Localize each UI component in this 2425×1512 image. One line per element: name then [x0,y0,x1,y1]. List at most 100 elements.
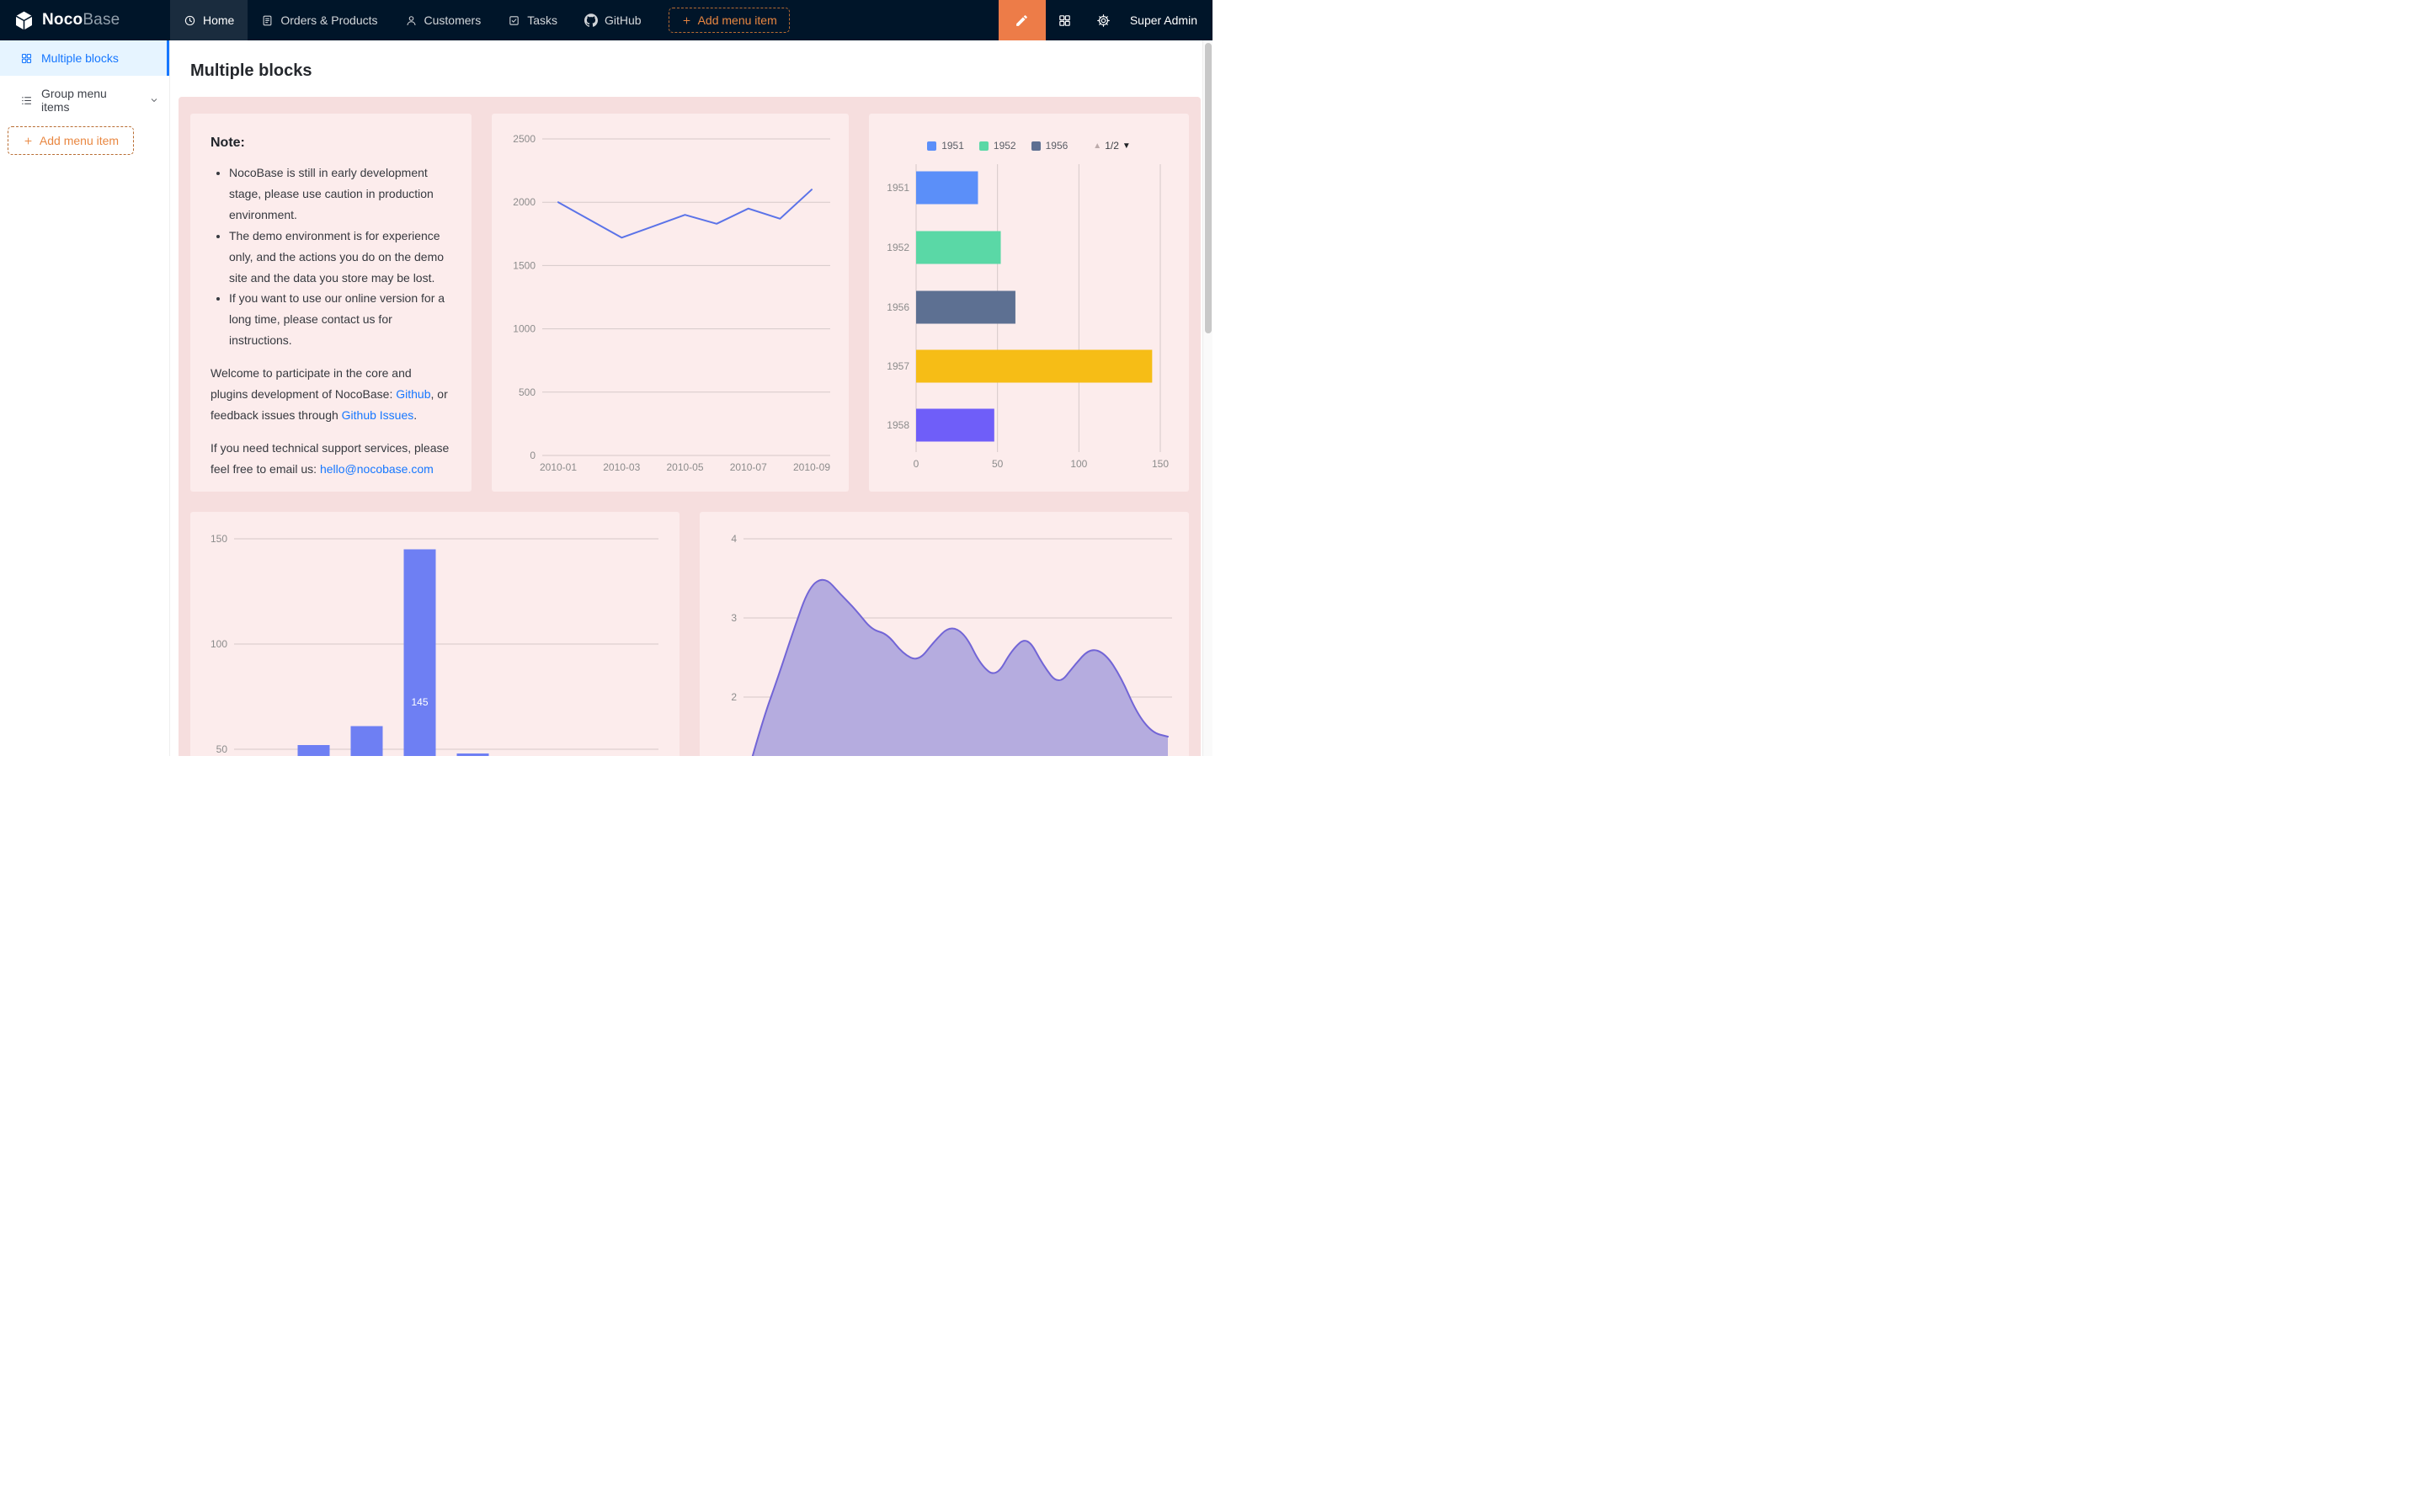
nav-item-label: GitHub [605,13,642,27]
orders-icon [261,14,274,27]
bar-chart-block: 5010015038526114548364230 [190,512,680,756]
add-menu-item-button[interactable]: Add menu item [669,8,790,33]
plugin-manager-button[interactable] [1046,0,1085,40]
svg-text:145: 145 [411,696,428,708]
svg-text:1952: 1952 [887,242,909,253]
note-paragraph: If you need technical support services, … [211,438,451,480]
svg-text:2010-07: 2010-07 [730,461,767,473]
nav-item-label: Tasks [527,13,557,27]
tasks-icon [508,14,520,27]
nav-item-tasks[interactable]: Tasks [494,0,571,40]
legend-label: 1956 [1046,140,1069,152]
svg-text:50: 50 [992,458,1004,470]
note-text: . [413,408,417,422]
add-menu-item-label: Add menu item [40,134,119,147]
note-heading: Note: [211,136,451,151]
highlighter-icon [1015,13,1029,28]
note-text: Welcome to participate in the core and p… [211,366,412,401]
svg-text:2000: 2000 [513,196,536,208]
legend-item[interactable]: 1956 [1031,140,1069,152]
github-icon [584,13,598,27]
vertical-scrollbar [1202,40,1212,756]
blocks-row-top: Note: NocoBase is still in early develop… [190,114,1189,492]
app-root: NocoBase Home Orders & Products Customer… [0,0,1212,756]
svg-text:0: 0 [914,458,919,470]
svg-text:2010-03: 2010-03 [603,461,640,473]
svg-text:4: 4 [731,533,737,545]
legend-pager-text: 1/2 [1105,140,1119,152]
customers-icon [405,14,418,27]
gear-icon [1096,13,1111,28]
legend-item[interactable]: 1952 [979,140,1016,152]
scrollbar-thumb[interactable] [1205,43,1212,333]
legend-label: 1951 [941,140,964,152]
sidebar-item-group-menu-items[interactable]: Group menu items [0,83,169,118]
top-navbar: NocoBase Home Orders & Products Customer… [0,0,1212,40]
sidebar-item-label: Group menu items [41,87,138,114]
chevron-down-icon [149,95,159,105]
svg-text:150: 150 [211,533,227,545]
user-name[interactable]: Super Admin [1123,13,1212,27]
nav-item-home[interactable]: Home [170,0,248,40]
nav-item-customers[interactable]: Customers [392,0,495,40]
svg-text:2010-05: 2010-05 [666,461,703,473]
note-bullet: NocoBase is still in early development s… [229,162,451,226]
nocobase-logo-icon [13,10,35,31]
legend-page-down-icon[interactable]: ▼ [1122,141,1131,151]
sidebar-add-menu-item-button[interactable]: Add menu item [8,126,134,155]
svg-text:100: 100 [211,638,227,650]
line-chart: 050010001500200025002010-012010-032010-0… [505,127,835,480]
line-chart-block: 050010001500200025002010-012010-032010-0… [492,114,849,492]
legend-item[interactable]: 1951 [927,140,964,152]
nav-item-github[interactable]: GitHub [571,0,655,40]
page-title: Multiple blocks [190,61,1192,81]
plus-icon [681,15,692,26]
sidebar-item-multiple-blocks[interactable]: Multiple blocks [0,40,169,76]
note-bullet: If you want to use our online version fo… [229,288,451,351]
note-link[interactable]: Github [396,387,430,401]
svg-text:100: 100 [1070,458,1087,470]
appstore-icon [1058,13,1072,28]
note-link[interactable]: hello@nocobase.com [320,462,434,476]
legend-page-up-icon[interactable]: ▲ [1093,141,1101,151]
svg-text:1957: 1957 [887,360,909,372]
svg-text:1500: 1500 [513,259,536,271]
horizontal-bar-chart: 05010015019511952195619571958 [882,157,1175,475]
nav-right-cluster: Super Admin [999,0,1212,40]
note-paragraph: Welcome to participate in the core and p… [211,363,451,426]
svg-text:50: 50 [216,743,228,755]
note-bullet-list: NocoBase is still in early development s… [211,162,451,351]
settings-button[interactable] [1085,0,1123,40]
blocks-row-bottom: 5010015038526114548364230 234 [190,512,1189,756]
legend-swatch [1031,141,1041,151]
svg-text:1958: 1958 [887,419,909,431]
svg-text:0: 0 [530,450,536,461]
legend-pager: ▲ 1/2▼ [1093,140,1131,152]
blocks-grid-icon [20,52,33,65]
svg-text:2: 2 [731,691,737,703]
nav-item-label: Orders & Products [280,13,377,27]
home-icon [184,14,196,27]
note-block: Note: NocoBase is still in early develop… [190,114,472,492]
bar-chart: 5010015038526114548364230 [204,525,666,756]
note-link[interactable]: Github Issues [342,408,414,422]
logo[interactable]: NocoBase [0,0,170,40]
svg-text:500: 500 [519,386,536,398]
plus-icon [23,136,34,146]
area-chart: 234 [713,525,1175,756]
nav-item-label: Customers [424,13,482,27]
nav-item-orders-products[interactable]: Orders & Products [248,0,391,40]
svg-text:1000: 1000 [513,323,536,335]
svg-text:2010-09: 2010-09 [793,461,830,473]
logo-text: NocoBase [42,11,120,29]
sidebar: Multiple blocks Group menu items Add men… [0,40,170,756]
sidebar-item-label: Multiple blocks [41,51,119,65]
page-header: Multiple blocks [170,40,1212,93]
note-bullet: The demo environment is for experience o… [229,226,451,289]
legend-swatch [927,141,936,151]
page-body: Note: NocoBase is still in early develop… [179,97,1201,756]
chart-legend: 1951 1952 1956 ▲ 1/2▼ [882,127,1175,157]
add-menu-item-label: Add menu item [698,13,777,27]
layout: Multiple blocks Group menu items Add men… [0,40,1212,756]
ui-editor-button[interactable] [999,0,1046,40]
